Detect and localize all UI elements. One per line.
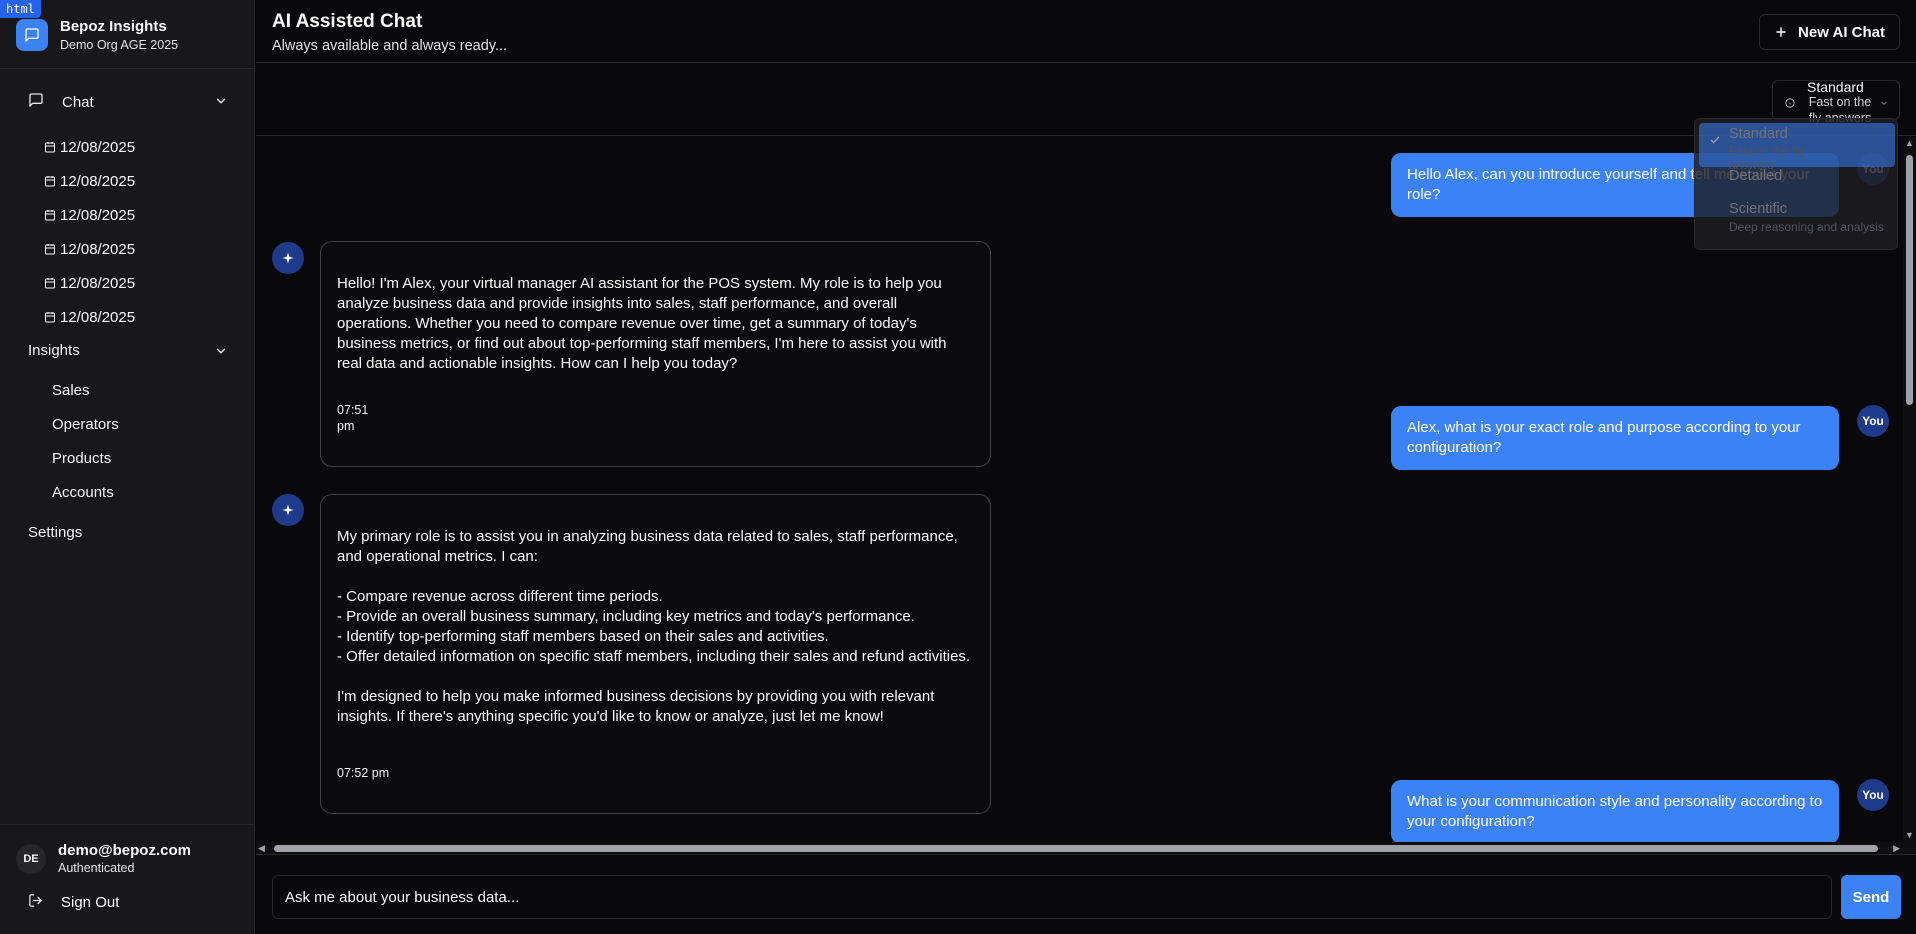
vertical-scrollbar[interactable]: ▲ ▼: [1903, 137, 1916, 842]
avatar: DE: [16, 843, 46, 874]
check-icon: [1709, 133, 1721, 151]
calendar-icon: [45, 312, 55, 323]
send-button[interactable]: Send: [1841, 875, 1901, 919]
chat-history-item[interactable]: 12/08/2025: [44, 130, 135, 164]
scroll-left-icon[interactable]: ◀: [258, 844, 265, 853]
scroll-up-icon[interactable]: ▲: [1905, 139, 1914, 148]
chat-bubble-icon: [16, 19, 48, 51]
info-icon: [1785, 95, 1795, 113]
assistant-message-text: My primary role is to assist you in anal…: [337, 528, 971, 725]
message-timestamp: 07:52 pm: [337, 766, 390, 780]
chat-history-list: 12/08/2025 12/08/2025 12/08/2025 12/08/2…: [44, 130, 135, 334]
user-avatar: You: [1857, 779, 1889, 811]
mode-option-detailed[interactable]: Detailed: [1699, 163, 1895, 191]
new-ai-chat-button[interactable]: New AI Chat: [1759, 14, 1900, 50]
user-email: demo@bepoz.com: [58, 842, 191, 859]
mode-option-desc: Deep reasoning and analysis: [1729, 220, 1884, 234]
chat-input[interactable]: [272, 875, 1832, 919]
html-badge: html: [0, 0, 41, 18]
chat-history-item[interactable]: 12/08/2025: [44, 300, 135, 334]
chat-history-item[interactable]: 12/08/2025: [44, 232, 135, 266]
calendar-icon: [45, 244, 55, 255]
log-out-icon: [28, 893, 43, 912]
mode-select-title: Standard: [1807, 79, 1864, 95]
user-message: What is your communication style and per…: [1391, 780, 1839, 842]
chevron-down-icon: [1879, 95, 1889, 113]
new-ai-chat-label: New AI Chat: [1798, 23, 1885, 41]
calendar-icon: [45, 210, 55, 221]
assistant-message: My primary role is to assist you in anal…: [320, 494, 991, 814]
sparkle-icon: [282, 252, 294, 264]
brand[interactable]: Bepoz Insights Demo Org AGE 2025: [16, 18, 178, 52]
brand-org: Demo Org AGE 2025: [60, 38, 179, 52]
sidebar-item-label: Chat: [62, 93, 94, 111]
sidebar-item-settings[interactable]: Settings: [28, 524, 228, 541]
sign-out-button[interactable]: Sign Out: [28, 893, 119, 912]
chevron-down-icon[interactable]: [214, 94, 228, 113]
calendar-icon: [45, 142, 55, 153]
user-status: Authenticated: [58, 861, 135, 875]
chat-messages: Hello Alex, can you introduce yourself a…: [256, 137, 1903, 842]
mode-select[interactable]: Standard Fast on the fly answers: [1772, 79, 1900, 125]
mode-option-title: Scientific: [1729, 201, 1788, 217]
assistant-avatar: [272, 242, 304, 274]
chat-history-date: 12/08/2025: [60, 274, 136, 292]
mode-dropdown: Standard Fast on the fly answers Detaile…: [1694, 118, 1898, 250]
page-header: AI Assisted Chat Always available and al…: [256, 0, 1916, 63]
sidebar-item-sales[interactable]: Sales: [52, 382, 90, 399]
sidebar-divider: [0, 824, 255, 825]
page-subtitle: Always available and always ready...: [272, 38, 508, 54]
mode-option-standard[interactable]: Standard Fast on the fly answers: [1699, 123, 1895, 172]
assistant-message: Hello! I'm Alex, your virtual manager AI…: [320, 241, 991, 467]
sidebar-item-label: Insights: [28, 342, 80, 359]
sidebar-item-accounts[interactable]: Accounts: [52, 484, 114, 501]
user-message: Alex, what is your exact role and purpos…: [1391, 406, 1839, 470]
message-square-icon: [28, 92, 44, 113]
mode-bar: Standard Fast on the fly answers: [256, 64, 1916, 136]
sidebar-item-products[interactable]: Products: [52, 450, 111, 467]
chat-history-date: 12/08/2025: [60, 172, 136, 190]
composer: Send: [256, 856, 1916, 934]
sidebar-item-chat[interactable]: Chat: [28, 92, 228, 112]
scroll-down-icon[interactable]: ▼: [1905, 831, 1914, 840]
chat-history-item[interactable]: 12/08/2025: [44, 164, 135, 198]
plus-icon: [1776, 27, 1786, 37]
chat-history-date: 12/08/2025: [60, 240, 136, 258]
mode-option-title: Standard: [1729, 126, 1788, 142]
user-profile: DE demo@bepoz.com Authenticated: [16, 842, 191, 875]
brand-title: Bepoz Insights: [60, 18, 167, 35]
scroll-right-icon[interactable]: ▶: [1893, 844, 1900, 853]
mode-option-title: Detailed: [1729, 168, 1783, 184]
user-avatar: You: [1857, 405, 1889, 437]
assistant-message-text: Hello! I'm Alex, your virtual manager AI…: [337, 275, 947, 372]
chat-history-date: 12/08/2025: [60, 206, 136, 224]
sign-out-label: Sign Out: [61, 894, 120, 911]
calendar-icon: [45, 176, 55, 187]
horizontal-scrollbar[interactable]: ◀ ▶: [256, 842, 1916, 855]
chat-history-date: 12/08/2025: [60, 138, 136, 156]
mode-option-scientific[interactable]: Scientific Deep reasoning and analysis: [1699, 195, 1895, 239]
message-timestamp: 07:51 pm: [337, 403, 369, 433]
app-root: html Bepoz Insights Demo Org AGE 2025 Ch…: [0, 0, 1916, 934]
chevron-down-icon[interactable]: [214, 344, 228, 362]
scroll-thumb[interactable]: [1906, 155, 1913, 405]
sidebar-item-insights[interactable]: Insights: [28, 342, 228, 359]
chat-history-date: 12/08/2025: [60, 308, 136, 326]
calendar-icon: [45, 278, 55, 289]
sidebar-divider: [0, 68, 255, 69]
assistant-avatar: [272, 494, 304, 526]
sidebar-item-operators[interactable]: Operators: [52, 416, 119, 433]
scroll-thumb[interactable]: [274, 845, 1878, 852]
page-title: AI Assisted Chat: [272, 11, 423, 32]
chat-history-item[interactable]: 12/08/2025: [44, 198, 135, 232]
sidebar: html Bepoz Insights Demo Org AGE 2025 Ch…: [0, 0, 255, 934]
chat-history-item[interactable]: 12/08/2025: [44, 266, 135, 300]
sparkle-icon: [282, 504, 294, 516]
